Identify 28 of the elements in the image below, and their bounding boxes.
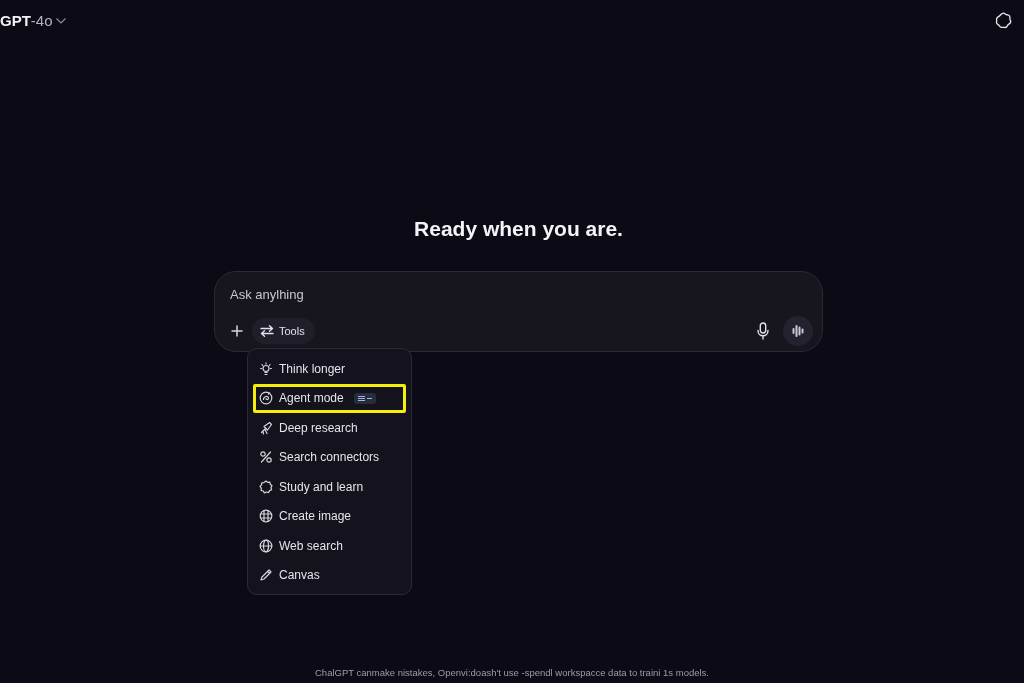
microphone-icon <box>757 322 769 340</box>
voice-mode-button[interactable] <box>783 316 813 346</box>
menu-item[interactable]: Search connectors <box>253 442 406 472</box>
swap-arrows-icon <box>260 325 274 337</box>
plus-icon <box>231 325 243 337</box>
menu-item[interactable]: Canvas <box>253 560 406 590</box>
menu-item[interactable]: Create image <box>253 501 406 531</box>
grid-globe-icon <box>259 509 273 524</box>
globe-icon <box>259 538 273 553</box>
chevron-down-icon <box>55 18 66 24</box>
menu-item[interactable]: Agent mode <box>253 383 406 413</box>
sound-wave-icon <box>791 324 805 338</box>
telescope-icon <box>259 420 273 435</box>
add-button[interactable] <box>230 324 244 338</box>
menu-item[interactable]: Web search <box>253 531 406 561</box>
microphone-button[interactable] <box>756 321 770 341</box>
menu-item[interactable]: Study and learn <box>253 472 406 502</box>
heading: Ready when you are. <box>413 216 624 242</box>
percent-icon <box>259 450 273 465</box>
swirl-circle-icon <box>259 391 273 406</box>
pencil-icon <box>259 568 273 583</box>
disclaimer-text: ChalGPT canmake nistakes, Openvi:doash't use -spendl workspacce data to traini 1s models. <box>314 666 710 680</box>
lightbulb-icon <box>259 361 273 376</box>
menu-item[interactable]: Think longer <box>253 354 406 384</box>
tools-button[interactable]: Tools <box>252 318 315 344</box>
message-input[interactable]: Ask anylhing <box>230 283 813 305</box>
model-selector[interactable]: GPT-4o <box>0 11 66 29</box>
menu-item[interactable]: Deep research <box>253 413 406 443</box>
